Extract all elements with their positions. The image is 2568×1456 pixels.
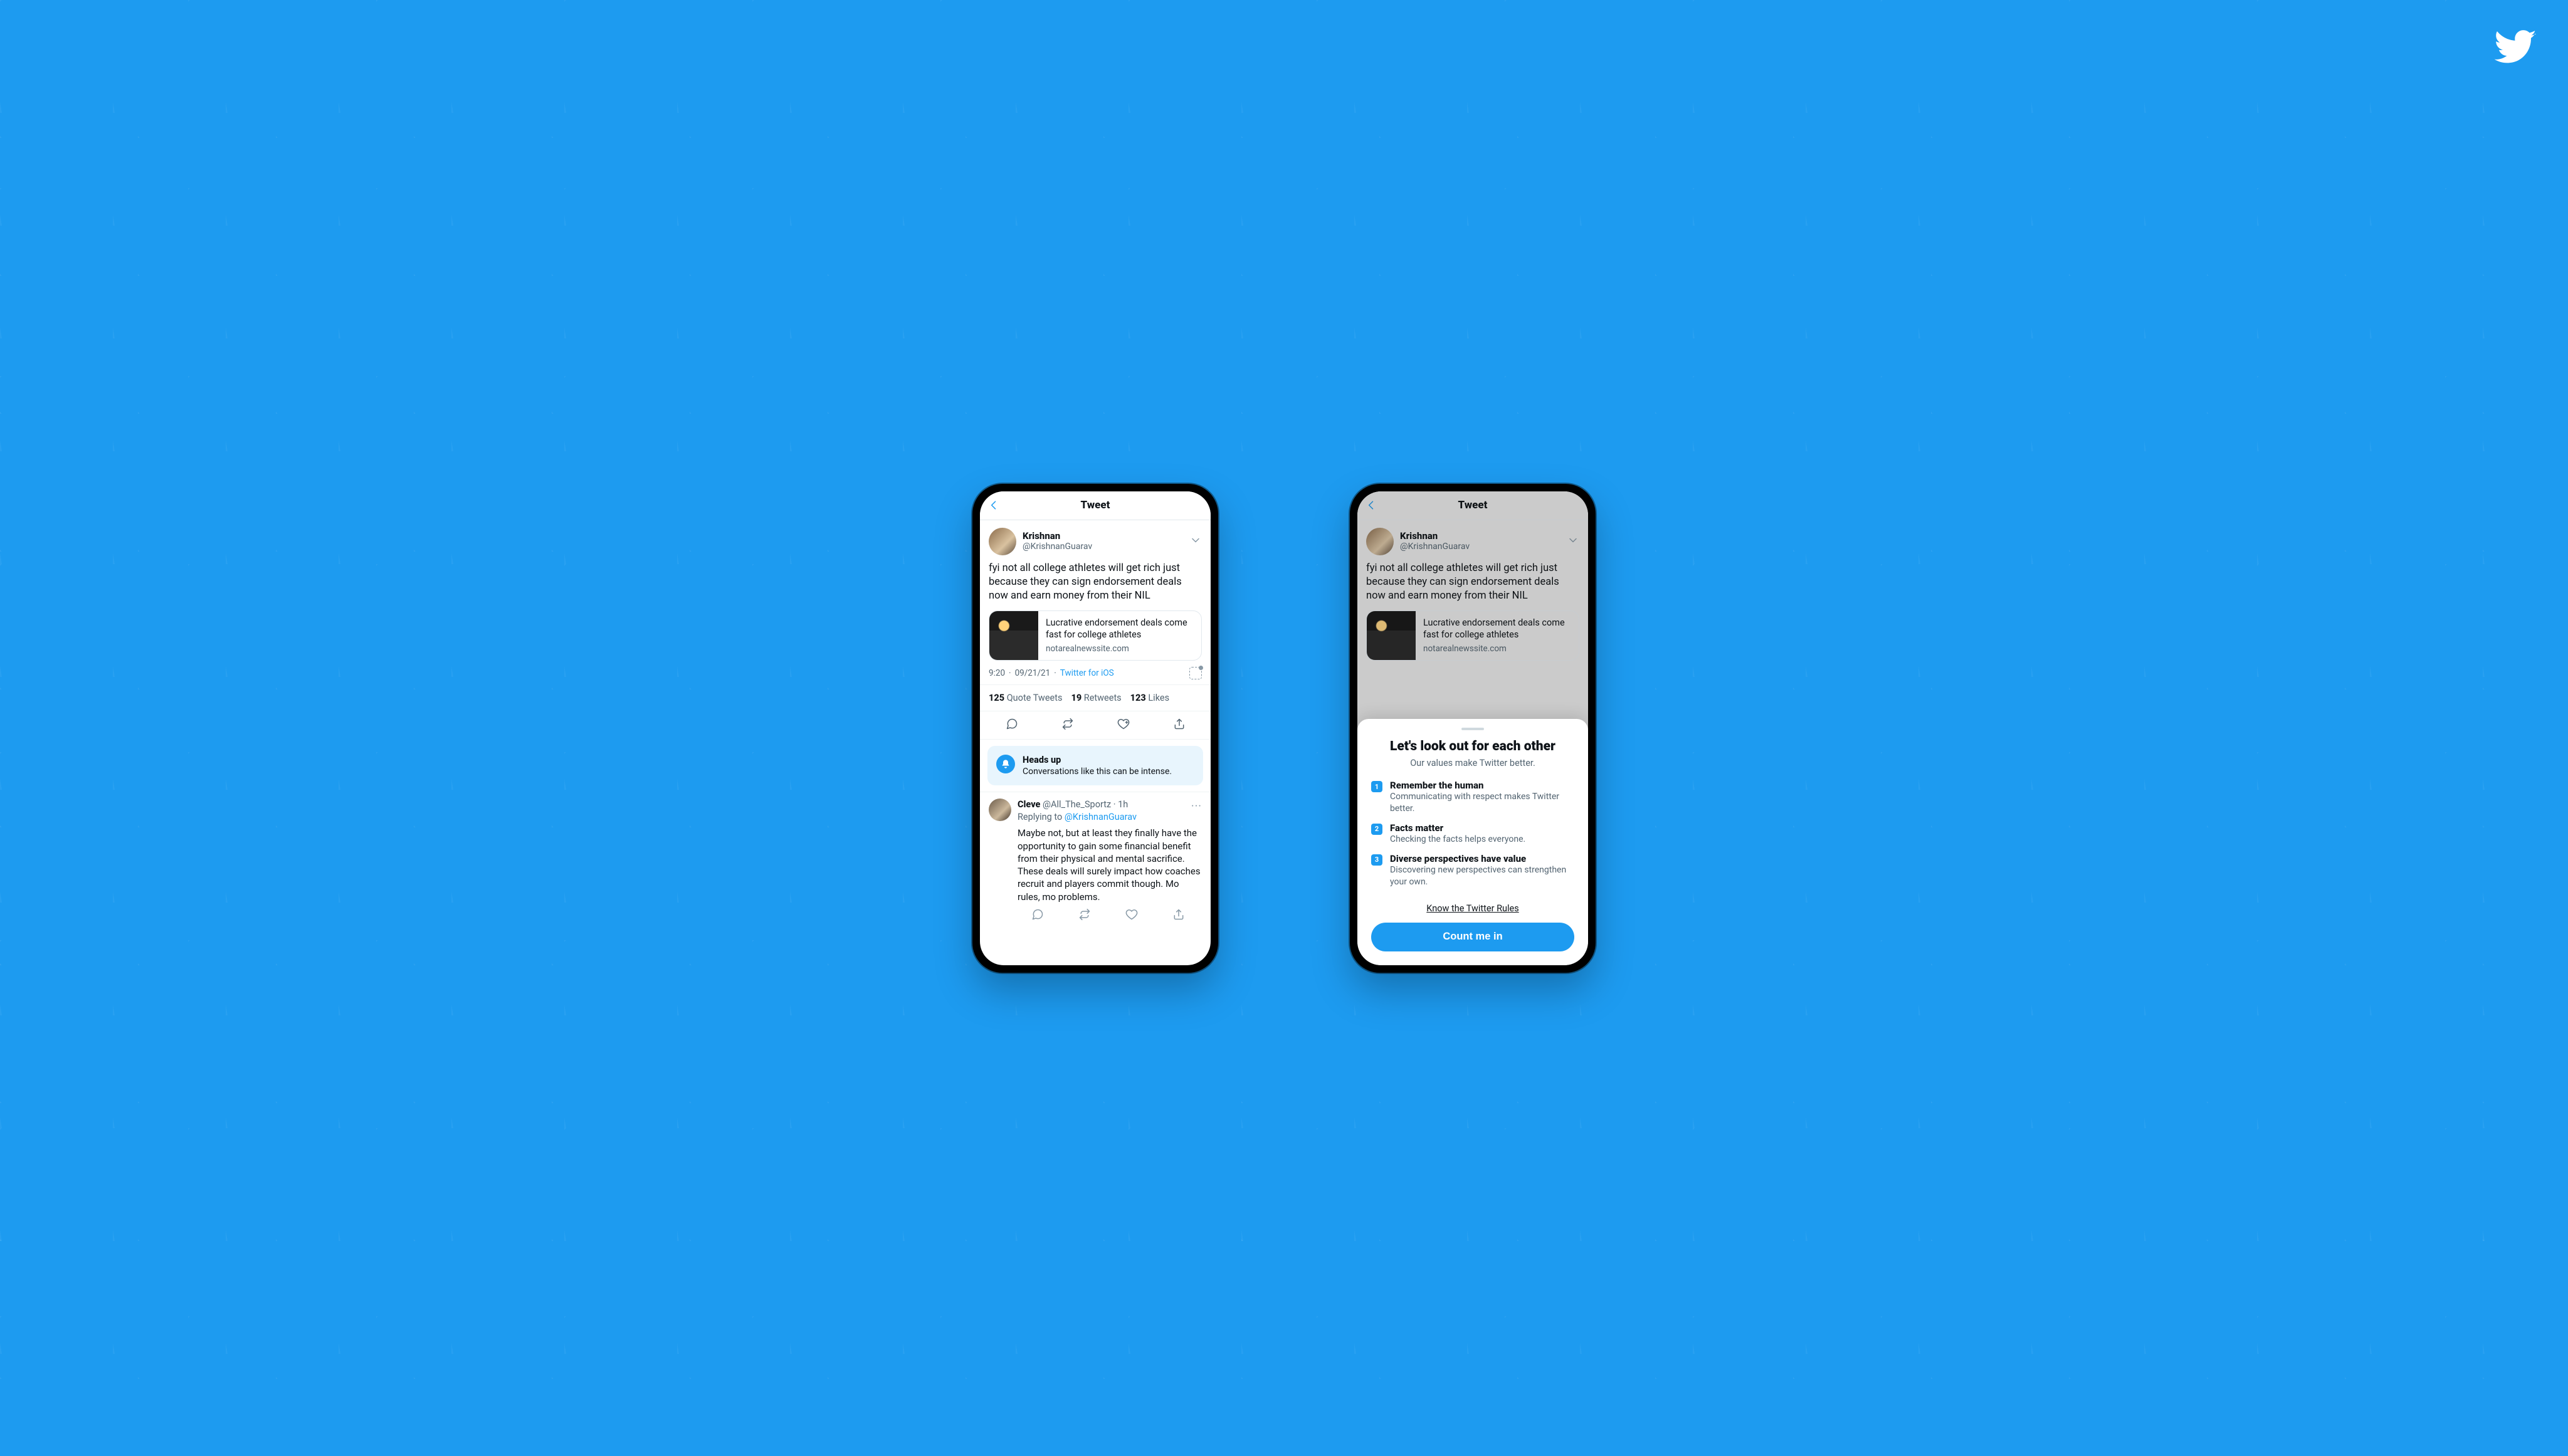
reply-icon[interactable]: [1006, 718, 1018, 733]
card-domain: notarealnewssite.com: [1423, 644, 1571, 654]
reply-author-name[interactable]: Cleve: [1018, 799, 1040, 810]
tweet-meta: 9:20 · 09/21/21 · Twitter for iOS: [989, 667, 1202, 679]
analytics-icon[interactable]: [1189, 667, 1202, 679]
card-domain: notarealnewssite.com: [1046, 644, 1194, 654]
card-thumbnail: [1367, 611, 1416, 660]
card-title: Lucrative endorsement deals come fast fo…: [1046, 617, 1194, 641]
quote-tweets[interactable]: 125 Quote Tweets: [989, 693, 1062, 703]
tweet-body: fyi not all college athletes will get ri…: [1366, 562, 1579, 604]
phone-right: Tweet Krishnan @KrishnanGuarav fyi not a…: [1350, 484, 1596, 973]
avatar[interactable]: [989, 799, 1011, 821]
tweet-date: 09/21/21: [1015, 668, 1051, 678]
drag-handle[interactable]: [1461, 728, 1484, 730]
avatar: [1366, 528, 1394, 555]
reply-actions: [1014, 903, 1202, 923]
rules-link[interactable]: Know the Twitter Rules: [1426, 903, 1518, 914]
chevron-down-icon[interactable]: [1189, 534, 1202, 549]
replying-to[interactable]: @KrishnanGuarav: [1065, 812, 1137, 822]
avatar[interactable]: [989, 528, 1016, 555]
link-card: Lucrative endorsement deals come fast fo…: [1366, 610, 1579, 661]
phone-left: Tweet Krishnan @KrishnanGuarav fyi not a…: [972, 484, 1218, 973]
value-desc: Discovering new perspectives can strengt…: [1390, 864, 1574, 888]
value-item: 3 Diverse perspectives have value Discov…: [1371, 853, 1574, 888]
number-badge: 1: [1371, 781, 1382, 792]
back-button[interactable]: [1365, 491, 1377, 520]
screen-left: Tweet Krishnan @KrishnanGuarav fyi not a…: [980, 491, 1211, 965]
value-desc: Checking the facts helps everyone.: [1390, 834, 1525, 846]
tweet-body: fyi not all college athletes will get ri…: [989, 562, 1202, 604]
tweet-time: 9:20: [989, 668, 1005, 678]
author-handle[interactable]: @KrishnanGuarav: [1023, 542, 1092, 552]
count-me-in-button[interactable]: Count me in: [1371, 923, 1574, 951]
number-badge: 3: [1371, 854, 1382, 866]
chevron-down-icon: [1567, 534, 1579, 549]
sheet-subtitle: Our values make Twitter better.: [1371, 758, 1574, 768]
retweet-icon[interactable]: [1078, 908, 1091, 923]
heads-up-banner[interactable]: Heads up Conversations like this can be …: [987, 746, 1203, 785]
number-badge: 2: [1371, 824, 1382, 835]
tweet-actions: [980, 711, 1211, 740]
value-title: Remember the human: [1390, 780, 1574, 791]
tweet-source[interactable]: Twitter for iOS: [1060, 668, 1114, 678]
more-icon[interactable]: ···: [1191, 800, 1202, 813]
reply-body: Maybe not, but at least they finally hav…: [1018, 827, 1202, 903]
value-item: 1 Remember the human Communicating with …: [1371, 780, 1574, 815]
like-icon[interactable]: [1125, 908, 1138, 923]
reply-tweet[interactable]: ··· Cleve @All_The_Sportz · 1h Replying …: [980, 792, 1211, 927]
navbar: Tweet: [980, 491, 1211, 520]
tweet[interactable]: Krishnan @KrishnanGuarav fyi not all col…: [980, 520, 1211, 686]
bottom-sheet: Let's look out for each other Our values…: [1357, 719, 1588, 965]
screen-right: Tweet Krishnan @KrishnanGuarav fyi not a…: [1357, 491, 1588, 965]
author-name: Krishnan: [1400, 530, 1470, 542]
link-card[interactable]: Lucrative endorsement deals come fast fo…: [989, 610, 1202, 661]
bell-icon: [996, 755, 1015, 773]
author-name[interactable]: Krishnan: [1023, 530, 1092, 542]
retweet-icon[interactable]: [1061, 718, 1074, 733]
value-desc: Communicating with respect makes Twitter…: [1390, 791, 1574, 815]
banner-title: Heads up: [1023, 755, 1172, 765]
like-icon[interactable]: [1117, 718, 1130, 733]
replying-prefix: Replying to: [1018, 812, 1065, 822]
value-item: 2 Facts matter Checking the facts helps …: [1371, 822, 1574, 846]
banner-desc: Conversations like this can be intense.: [1023, 767, 1172, 777]
reply-icon[interactable]: [1031, 908, 1044, 923]
share-icon[interactable]: [1172, 908, 1185, 923]
card-title: Lucrative endorsement deals come fast fo…: [1423, 617, 1571, 641]
engagement-counts: 125 Quote Tweets 19 Retweets 123 Likes: [980, 685, 1211, 711]
reply-author-handle[interactable]: @All_The_Sportz: [1043, 799, 1111, 810]
reply-age: 1h: [1118, 799, 1128, 810]
card-thumbnail: [989, 611, 1038, 660]
share-icon[interactable]: [1173, 718, 1186, 733]
value-title: Facts matter: [1390, 822, 1525, 834]
back-button[interactable]: [987, 491, 1000, 520]
navbar-title: Tweet: [1081, 499, 1110, 511]
navbar-title: Tweet: [1458, 499, 1488, 511]
likes[interactable]: 123 Likes: [1130, 693, 1169, 703]
value-title: Diverse perspectives have value: [1390, 853, 1574, 864]
retweets[interactable]: 19 Retweets: [1071, 693, 1121, 703]
author-handle: @KrishnanGuarav: [1400, 542, 1470, 552]
rules-link-row: Know the Twitter Rules: [1371, 902, 1574, 914]
sheet-title: Let's look out for each other: [1371, 739, 1574, 754]
